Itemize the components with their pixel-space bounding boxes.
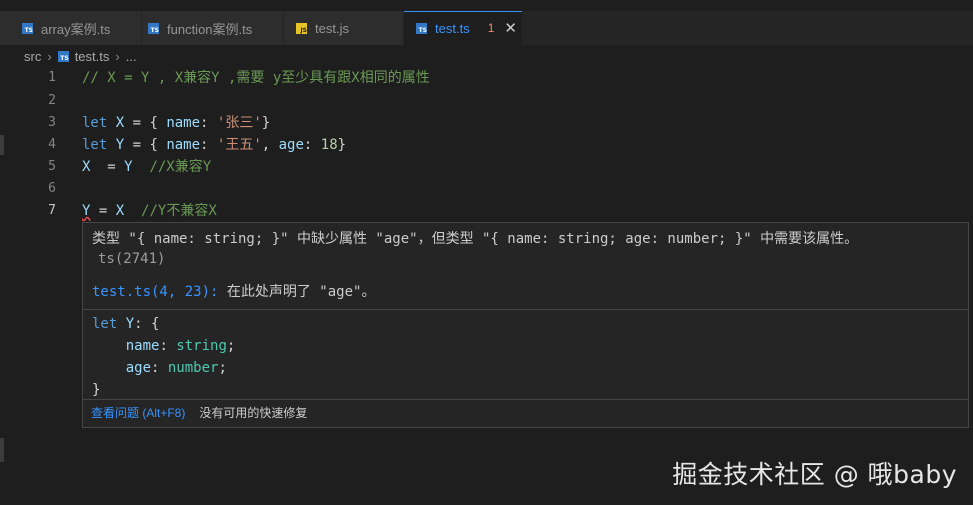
error-code: ts(2741) [98,251,166,267]
code-line: 1 // X = Y , X兼容Y ,需要 y至少具有跟X相同的属性 [0,67,973,89]
typescript-file-icon: TS [148,22,159,34]
view-problem-button[interactable]: 查看问题 (Alt+F8) [91,403,185,423]
related-info: test.ts(4, 23): 在此处声明了 "age"。 [92,281,375,301]
comment: // X = Y , X兼容Y ,需要 y至少具有跟X相同的属性 [82,70,430,86]
code-text: let Y = { name: '王五', age: 18} [82,137,347,153]
chevron-right-icon: › [115,48,120,64]
typescript-file-icon: TS [416,22,427,34]
breadcrumb-more[interactable]: ... [126,49,137,64]
error-message: 类型 "{ name: string; }" 中缺少属性 "age"，但类型 "… [92,231,859,247]
code-text: X = Y //X兼容Y [82,159,212,175]
hover-actions: 查看问题 (Alt+F8) 没有可用的快速修复 [91,403,307,423]
code-line-current: 7 Y = X //Y不兼容X [0,200,973,222]
tab-test-ts[interactable]: TS test.ts 1 ✕ [404,11,523,45]
line-number: 4 [48,137,56,152]
error-hover-widget: 类型 "{ name: string; }" 中缺少属性 "age"，但类型 "… [82,222,969,428]
divider [83,399,968,400]
problem-count-badge: 1 [487,21,495,35]
tab-function-ts[interactable]: TS function案例.ts [142,11,284,45]
code-line: 3 let X = { name: '张三'} [0,112,973,134]
related-location-link[interactable]: test.ts(4, 23): [92,284,218,300]
breadcrumb-folder[interactable]: src [24,49,41,64]
related-text: 在此处声明了 "age"。 [218,284,376,300]
tab-test-js[interactable]: JS test.js [284,11,404,45]
code-line: 5 X = Y //X兼容Y [0,156,973,178]
scroll-marker [0,438,4,462]
line-number: 1 [48,70,56,85]
divider [83,309,968,310]
type-snippet: let Y: { name: string; age: number; } [92,316,236,398]
code-text: Y = X //Y不兼容X [82,203,217,219]
line-number: 6 [48,181,56,196]
code-line: 2 [0,90,973,112]
line-number: 2 [48,93,56,108]
breadcrumb-file[interactable]: test.ts [75,49,110,64]
code-text: let X = { name: '张三'} [82,115,271,131]
tab-array-ts[interactable]: TS array案例.ts [0,11,142,45]
typescript-file-icon: TS [57,50,69,62]
tab-label: function案例.ts [167,21,253,37]
breadcrumb: src › TS test.ts › ... [0,45,973,67]
chevron-right-icon: › [47,48,52,64]
typescript-file-icon: TS [22,22,33,34]
code-line: 4 let Y = { name: '王五', age: 18} [0,134,973,156]
tab-label: test.ts [435,20,470,36]
tab-bar: TS array案例.ts TS function案例.ts JS test.j… [0,0,973,45]
javascript-file-icon: JS [296,22,307,34]
no-quick-fix-label: 没有可用的快速修复 [199,406,308,420]
close-icon[interactable]: ✕ [504,19,517,37]
tab-label: array案例.ts [41,21,111,37]
watermark: 掘金技术社区 @ 哦baby [672,460,957,489]
code-line: 6 [0,178,973,200]
tab-label: test.js [315,20,349,36]
line-number: 7 [48,203,56,218]
line-number: 3 [48,115,56,130]
line-number: 5 [48,159,56,174]
title-area [0,0,973,11]
